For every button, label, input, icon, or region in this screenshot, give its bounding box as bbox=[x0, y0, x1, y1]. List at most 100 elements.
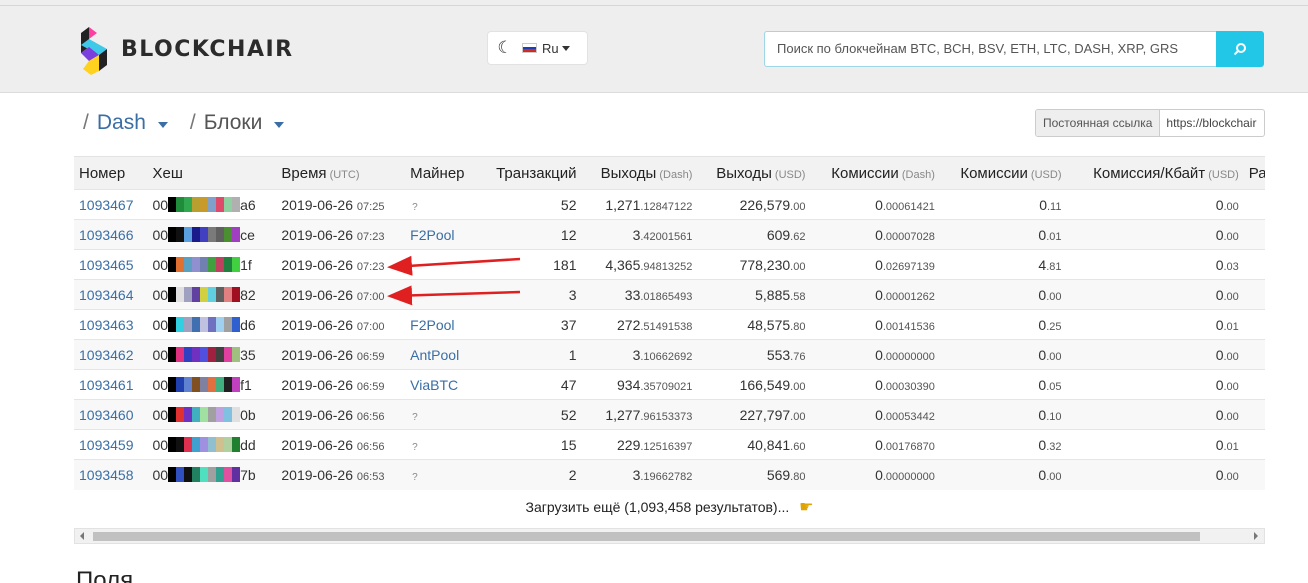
hash-color-block bbox=[216, 377, 225, 392]
hash-color-block bbox=[232, 437, 241, 452]
value-integer: 0 bbox=[875, 286, 883, 303]
block-number-link[interactable]: 1093465 bbox=[79, 257, 134, 273]
column-header[interactable]: Номер bbox=[74, 156, 148, 190]
block-number-link[interactable]: 1093459 bbox=[79, 437, 134, 453]
block-number-link[interactable]: 1093458 bbox=[79, 467, 134, 483]
hash-color-block bbox=[208, 377, 217, 392]
value-integer: 1,277 bbox=[605, 406, 641, 423]
hash-color-block bbox=[168, 317, 177, 332]
fee-usd-cell: 0.11 bbox=[939, 189, 1067, 220]
column-header[interactable]: Хеш bbox=[147, 156, 277, 190]
column-header[interactable]: Выходы (USD) bbox=[697, 156, 811, 190]
hash-color-block bbox=[192, 257, 201, 272]
column-header[interactable]: Время (UTC) bbox=[276, 156, 406, 190]
fee-dash-cell: 0.00001262 bbox=[810, 279, 940, 310]
hash-color-block bbox=[208, 437, 217, 452]
outputs-usd-cell: 166,549.00 bbox=[697, 369, 811, 400]
permalink-field[interactable]: https://blockchair bbox=[1160, 110, 1262, 136]
load-more-button[interactable]: Загрузить ещё (1,093,458 результатов)...… bbox=[74, 491, 1265, 523]
miner-cell: ? bbox=[405, 399, 479, 430]
hash-prefix: 00 bbox=[152, 406, 169, 423]
hash-prefix: 00 bbox=[152, 436, 169, 453]
block-number-link[interactable]: 1093461 bbox=[79, 377, 134, 393]
miner-link[interactable]: ViaBTC bbox=[410, 377, 458, 393]
value-decimal: .12847122 bbox=[640, 200, 693, 213]
hash-color-block bbox=[192, 287, 201, 302]
value-integer: 4,365 bbox=[605, 256, 641, 273]
miner-link[interactable]: F2Pool bbox=[410, 227, 454, 243]
scroll-right-icon[interactable] bbox=[1254, 532, 1258, 540]
block-number-link[interactable]: 1093462 bbox=[79, 347, 134, 363]
value-decimal: .80 bbox=[790, 470, 806, 483]
blocks-table: Номер Хеш Время (UTC) Майнер Транзакций Выход… bbox=[74, 156, 1265, 490]
fee-usd-cell: 0.01 bbox=[939, 219, 1067, 250]
section-title: Поля bbox=[76, 567, 134, 583]
scroll-left-icon[interactable] bbox=[80, 532, 84, 540]
horizontal-scrollbar[interactable] bbox=[74, 528, 1265, 544]
hash-color-block bbox=[200, 317, 209, 332]
block-hash-cell: 00 f1 bbox=[147, 369, 277, 400]
column-header[interactable]: Выходы (Dash) bbox=[581, 156, 698, 190]
hash-color-block bbox=[184, 437, 193, 452]
hash-color-block bbox=[168, 347, 177, 362]
block-hash[interactable]: 00 a6 bbox=[152, 197, 255, 213]
value-decimal: .00 bbox=[790, 380, 806, 393]
block-number-link[interactable]: 1093463 bbox=[79, 317, 134, 333]
fee-per-kb-cell: 0.01 bbox=[1066, 309, 1244, 340]
hash-color-block bbox=[176, 347, 185, 362]
language-selector[interactable]: Ru bbox=[522, 41, 570, 56]
search-input[interactable]: Поиск по блокчейнам BTC, BCH, BSV, ETH, … bbox=[764, 31, 1216, 67]
hash-color-block bbox=[216, 287, 225, 302]
table-row: 1093464 00 82 2019-06-26 07:00 3 33.01865493 5… bbox=[74, 279, 1265, 310]
column-header[interactable]: Комиссии (Dash) bbox=[810, 156, 940, 190]
fee-usd-cell: 0.05 bbox=[939, 369, 1067, 400]
outputs-usd-cell: 227,797.00 bbox=[697, 399, 811, 430]
search-button[interactable] bbox=[1216, 31, 1264, 67]
block-hash[interactable]: 00 35 bbox=[152, 347, 255, 363]
hash-color-block bbox=[200, 257, 209, 272]
scrollbar-thumb[interactable] bbox=[93, 532, 1200, 541]
block-number-cell: 1093464 bbox=[74, 279, 148, 310]
block-number-link[interactable]: 1093464 bbox=[79, 287, 134, 303]
block-number-link[interactable]: 1093460 bbox=[79, 407, 134, 423]
moon-icon[interactable]: ☾ bbox=[488, 38, 522, 58]
block-hash[interactable]: 00 7b bbox=[152, 467, 255, 483]
fee-per-kb-cell: 0.00 bbox=[1066, 369, 1244, 400]
block-hash[interactable]: 00 dd bbox=[152, 437, 255, 453]
value-integer: 0 bbox=[875, 346, 883, 363]
block-number-link[interactable]: 1093467 bbox=[79, 197, 134, 213]
hash-color-block bbox=[208, 467, 217, 483]
column-header[interactable]: Комиссии (USD) bbox=[939, 156, 1067, 190]
block-number-link[interactable]: 1093466 bbox=[79, 227, 134, 243]
hash-color-block bbox=[184, 227, 193, 242]
breadcrumb-chain[interactable]: / Dash bbox=[83, 111, 168, 135]
hash-color-block bbox=[224, 317, 233, 332]
miner-link[interactable]: F2Pool bbox=[410, 317, 454, 333]
fee-usd-cell: 0.25 bbox=[939, 309, 1067, 340]
value-decimal: .00053442 bbox=[882, 410, 935, 423]
column-header[interactable]: Майнер bbox=[405, 156, 479, 190]
column-header[interactable]: Комиссия/Кбайт (USD) bbox=[1066, 156, 1244, 190]
block-hash[interactable]: 00 0b bbox=[152, 407, 255, 423]
value-integer: 0 bbox=[875, 436, 883, 453]
block-hash[interactable]: 00 ce bbox=[152, 227, 254, 243]
column-header-unit: (UTC) bbox=[326, 168, 360, 181]
hash-color-block bbox=[216, 197, 225, 212]
block-hash[interactable]: 00 f1 bbox=[152, 377, 251, 393]
size-cell bbox=[1243, 459, 1265, 490]
column-header[interactable]: Размер bbox=[1243, 156, 1265, 190]
block-hash[interactable]: 00 1f bbox=[152, 257, 251, 273]
hash-color-block bbox=[200, 287, 209, 302]
miner-link[interactable]: AntPool bbox=[410, 347, 459, 363]
block-time: 06:59 bbox=[356, 350, 385, 363]
block-hash[interactable]: 00 d6 bbox=[152, 317, 255, 333]
breadcrumb-section[interactable]: / Блоки bbox=[190, 111, 285, 135]
chevron-down-icon bbox=[157, 121, 168, 128]
transaction-count: 181 bbox=[553, 256, 577, 273]
logo[interactable]: BLOCKCHAIR bbox=[79, 23, 294, 75]
column-header[interactable]: Транзакций bbox=[478, 156, 582, 190]
hash-color-block bbox=[192, 437, 201, 452]
block-hash[interactable]: 00 82 bbox=[152, 287, 255, 303]
transaction-count: 47 bbox=[560, 376, 577, 393]
hash-color-block bbox=[224, 467, 233, 483]
